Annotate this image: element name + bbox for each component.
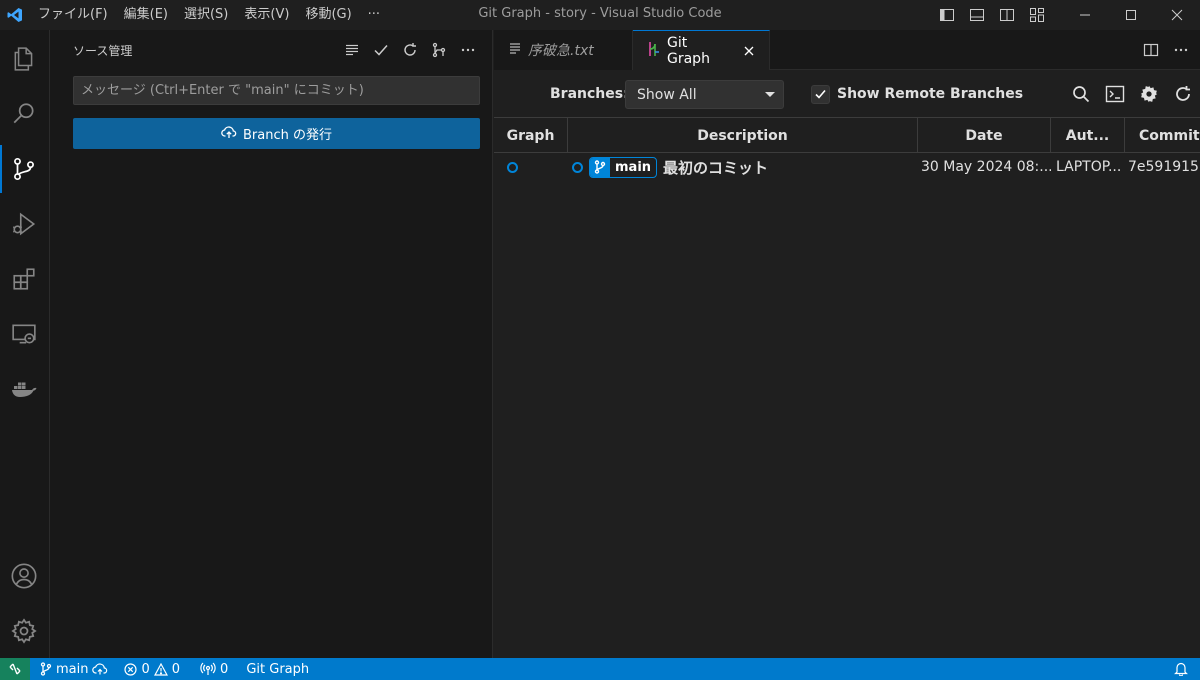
description-cell: main 最初のコミット [568, 156, 918, 178]
branch-status-icon [40, 662, 52, 676]
find-icon[interactable] [1064, 82, 1098, 106]
remote-indicator-icon[interactable] [0, 658, 30, 680]
tab-git-graph-label: Git Graph [667, 34, 710, 67]
refresh-graph-icon[interactable] [1166, 82, 1200, 106]
branch-ref-badge[interactable]: main [589, 156, 658, 178]
publish-branch-label: Branch の発行 [243, 128, 332, 143]
customize-layout-icon[interactable] [1022, 0, 1052, 30]
menu-bar: ファイル(F) 編集(E) 選択(S) 表示(V) 移動(G) ··· [30, 0, 388, 30]
branches-dropdown-value: Show All [637, 86, 697, 103]
branches-label: Branches: [550, 86, 629, 102]
column-date[interactable]: Date [918, 118, 1051, 153]
column-author[interactable]: Aut... [1051, 118, 1125, 153]
ports-status[interactable]: 0 [186, 658, 234, 680]
commit-message: 最初のコミット [663, 158, 769, 177]
menu-selection[interactable]: 選択(S) [176, 0, 236, 30]
head-indicator [572, 161, 583, 173]
notifications-bell-icon[interactable] [1174, 661, 1188, 680]
minimize-icon[interactable] [1062, 0, 1108, 30]
split-editor-icon[interactable] [1136, 35, 1166, 65]
maximize-icon[interactable] [1108, 0, 1154, 30]
branch-status-label: main [56, 661, 89, 677]
author-cell: LAPTOP... [1056, 159, 1122, 175]
publish-cloud-icon [92, 663, 108, 675]
toggle-panel-icon[interactable] [962, 0, 992, 30]
editor-more-actions-icon[interactable] [1166, 35, 1196, 65]
table-row[interactable]: main 最初のコミット 30 May 2024 08:... LAPTOP..… [494, 153, 1200, 181]
git-graph-controls: Branches: Show All Show Remote Branches [494, 70, 1200, 118]
branch-icon [590, 157, 610, 177]
git-graph-view-icon[interactable] [424, 38, 453, 62]
table-header: Graph Description Date Aut... Commit [494, 118, 1200, 153]
git-graph-status[interactable]: Git Graph [234, 658, 315, 680]
activity-bar [0, 30, 50, 658]
menu-more[interactable]: ··· [360, 0, 388, 30]
explorer-icon[interactable] [0, 35, 48, 83]
show-remote-branches-checkbox[interactable] [811, 85, 830, 104]
tab-file[interactable]: 序破急.txt [494, 30, 633, 70]
menu-go[interactable]: 移動(G) [297, 0, 359, 30]
docker-icon[interactable] [0, 365, 48, 413]
dropdown-caret-icon [765, 92, 775, 97]
file-lines-icon [508, 41, 522, 59]
menu-view[interactable]: 表示(V) [236, 0, 297, 30]
settings-icon[interactable] [1132, 82, 1166, 106]
commit-node [507, 161, 518, 173]
status-bar: main 0 0 0 Git Graph [0, 658, 1200, 680]
warning-count: 0 [171, 661, 181, 677]
menu-file[interactable]: ファイル(F) [30, 0, 116, 30]
source-control-sidebar: ソース管理 Branch の発行 [50, 30, 493, 658]
settings-gear-icon[interactable] [0, 607, 48, 655]
source-control-icon[interactable] [0, 145, 48, 193]
graph-cell [494, 161, 568, 173]
commit-check-icon[interactable] [366, 38, 395, 62]
run-debug-icon[interactable] [0, 200, 48, 248]
more-actions-icon[interactable] [453, 38, 482, 62]
problems-status[interactable]: 0 0 [114, 658, 186, 680]
remote-explorer-icon[interactable] [0, 310, 48, 358]
error-count: 0 [141, 661, 150, 677]
column-graph[interactable]: Graph [494, 118, 568, 153]
commit-table: Graph Description Date Aut... Commit mai… [494, 118, 1200, 181]
date-cell: 30 May 2024 08:... [921, 159, 1051, 175]
extensions-icon[interactable] [0, 255, 48, 303]
commit-message-input[interactable] [73, 76, 480, 105]
vscode-logo-icon [0, 0, 30, 30]
checkmark-icon [815, 89, 826, 99]
sidebar-title: ソース管理 [73, 43, 133, 58]
publish-branch-button[interactable]: Branch の発行 [73, 118, 480, 149]
editor-area: 序破急.txt Git Graph Branches: Show All Sho… [494, 30, 1200, 658]
close-window-icon[interactable] [1154, 0, 1200, 30]
toggle-primary-sidebar-icon[interactable] [932, 0, 962, 30]
branch-status[interactable]: main [30, 658, 114, 680]
warning-icon [153, 662, 168, 676]
column-commit[interactable]: Commit [1125, 118, 1200, 153]
branch-ref-name: main [615, 159, 652, 175]
accounts-icon[interactable] [0, 552, 48, 600]
error-icon [124, 662, 138, 676]
menu-edit[interactable]: 編集(E) [116, 0, 176, 30]
cloud-upload-icon [221, 125, 237, 143]
view-as-list-icon[interactable] [337, 38, 366, 62]
tab-git-graph[interactable]: Git Graph [633, 30, 770, 70]
branches-dropdown[interactable]: Show All [625, 80, 784, 109]
git-graph-icon [647, 41, 661, 61]
terminal-icon[interactable] [1098, 82, 1132, 106]
broadcast-icon [200, 662, 216, 675]
show-remote-branches-label[interactable]: Show Remote Branches [837, 86, 1023, 102]
title-bar: ファイル(F) 編集(E) 選択(S) 表示(V) 移動(G) ··· Git … [0, 0, 1200, 30]
search-icon[interactable] [0, 90, 48, 138]
refresh-icon[interactable] [395, 38, 424, 62]
toggle-secondary-sidebar-icon[interactable] [992, 0, 1022, 30]
tab-file-label: 序破急.txt [528, 43, 594, 59]
column-description[interactable]: Description [568, 118, 918, 153]
close-tab-icon[interactable] [743, 45, 755, 57]
ports-count: 0 [220, 661, 229, 677]
tab-bar: 序破急.txt Git Graph [494, 30, 1200, 70]
hash-cell: 7e591915 [1128, 159, 1199, 175]
